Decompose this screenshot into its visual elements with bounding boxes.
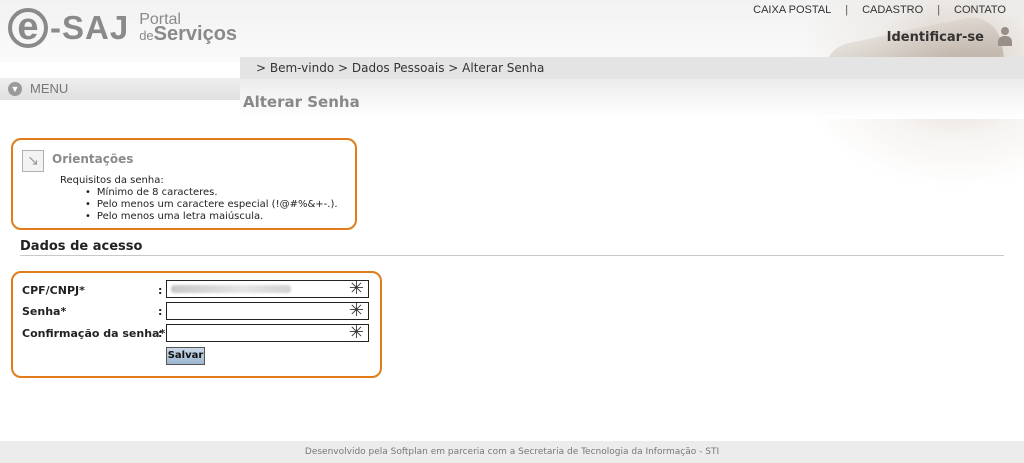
- colon: :: [158, 327, 163, 340]
- esaj-logo[interactable]: e -SAJ Portal deServiços: [8, 8, 237, 52]
- orientacoes-title: Orientações: [52, 152, 134, 166]
- required-asterisk-icon: ✳: [348, 278, 364, 299]
- list-item: Pelo menos um caractere especial (!@#%&+…: [85, 199, 338, 211]
- requirements-list: Mínimo de 8 caracteres. Pelo menos um ca…: [85, 187, 338, 223]
- orientacoes-box: ↘ Orientações Requisitos da senha: Mínim…: [11, 138, 357, 230]
- colon: :: [158, 284, 163, 297]
- cadastro-link[interactable]: CADASTRO: [854, 4, 931, 16]
- breadcrumb: > Bem-vindo > Dados Pessoais > Alterar S…: [240, 57, 1024, 79]
- colon: :: [158, 305, 163, 318]
- section-title: Dados de acesso: [20, 239, 143, 254]
- logo-de: de: [139, 28, 154, 43]
- identificar-se-link[interactable]: Identificar-se: [887, 30, 984, 45]
- nav-separator: |: [845, 4, 849, 16]
- logo-saj: -SAJ: [50, 9, 130, 46]
- confirm-senha-field[interactable]: ✳: [166, 324, 369, 342]
- menu-label: MENU: [30, 81, 69, 96]
- footer-text: Desenvolvido pela Softplan em parceria c…: [304, 447, 720, 457]
- page: e -SAJ Portal deServiços CAIXA POSTAL | …: [0, 0, 1024, 463]
- confirm-senha-label: Confirmação da senha*: [22, 327, 166, 340]
- menu-button[interactable]: ▼ MENU: [8, 81, 68, 96]
- list-item: Mínimo de 8 caracteres.: [85, 187, 338, 199]
- required-asterisk-icon: ✳: [348, 322, 364, 343]
- cpf-field[interactable]: ✳: [166, 280, 369, 298]
- cpf-value-redacted: [171, 285, 291, 293]
- required-asterisk-icon: ✳: [348, 300, 364, 321]
- senha-label: Senha*: [22, 305, 67, 318]
- arrow-down-right-icon: ↘: [22, 150, 44, 172]
- logo-e: e: [8, 8, 48, 48]
- breadcrumb-text[interactable]: > Bem-vindo > Dados Pessoais > Alterar S…: [256, 61, 544, 75]
- save-button[interactable]: Salvar: [166, 347, 205, 365]
- nav-separator: |: [937, 4, 941, 16]
- page-title: Alterar Senha: [243, 93, 360, 111]
- contato-link[interactable]: CONTATO: [946, 4, 1014, 16]
- logo-servicos: Serviços: [153, 23, 238, 45]
- footer: Desenvolvido pela Softplan em parceria c…: [0, 441, 1024, 463]
- divider: [20, 255, 1004, 256]
- chevron-down-icon: ▼: [8, 81, 22, 96]
- caixa-postal-link[interactable]: CAIXA POSTAL: [745, 4, 839, 16]
- list-item: Pelo menos uma letra maiúscula.: [85, 211, 338, 223]
- senha-field[interactable]: ✳: [166, 302, 369, 320]
- user-icon[interactable]: [996, 27, 1014, 47]
- requirements-label: Requisitos da senha:: [60, 175, 164, 186]
- logo-de-servicos: deServiços: [139, 24, 237, 44]
- top-navigation: CAIXA POSTAL | CADASTRO | CONTATO: [745, 4, 1014, 16]
- header: e -SAJ Portal deServiços CAIXA POSTAL | …: [0, 0, 1024, 190]
- cpf-label: CPF/CNPJ*: [22, 284, 85, 297]
- logo-portal-text: Portal deServiços: [139, 12, 237, 45]
